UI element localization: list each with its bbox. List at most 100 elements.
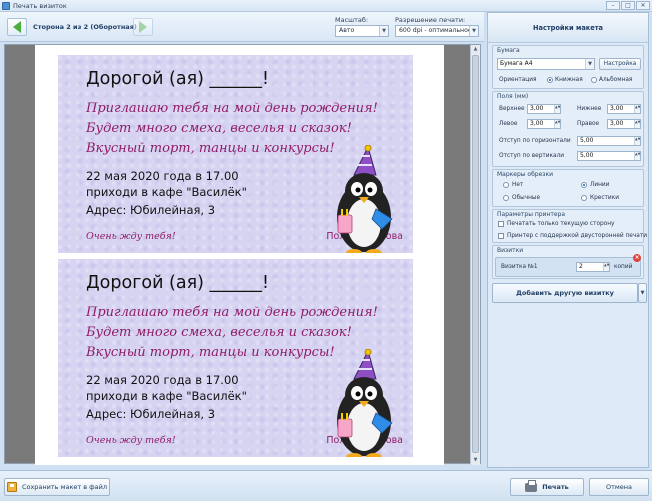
spinner-icon[interactable]: ▲▼ xyxy=(634,105,640,113)
spinner-icon[interactable]: ▲▼ xyxy=(634,152,640,160)
portrait-label: Книжная xyxy=(555,77,583,83)
margin-bottom-value: 3,00 xyxy=(610,105,624,112)
h-offset-label: Отступ по горизонтали xyxy=(499,138,571,144)
card-greeting: Дорогой (ая) ______! xyxy=(86,273,270,293)
resolution-select[interactable]: 600 dpi - оптимальное ▼ xyxy=(395,25,479,37)
copies-label: копий xyxy=(614,264,633,270)
arrow-left-icon xyxy=(13,21,21,33)
preview-scrollbar[interactable]: ▲ ▼ xyxy=(470,45,480,465)
h-offset-input[interactable]: 5,00 ▲▼ xyxy=(577,136,641,146)
card-preview-2: Дорогой (ая) ______! Приглашаю тебя на м… xyxy=(58,259,413,457)
card-invitation-line-2: Будет много смеха, веселья и сказок! xyxy=(86,325,352,340)
remove-card-icon[interactable]: × xyxy=(633,254,641,262)
window-controls: – □ ✕ xyxy=(606,1,650,10)
minimize-icon[interactable]: – xyxy=(606,1,620,10)
bottom-bar: Сохранить макет в файл Печать Отмена xyxy=(0,470,652,501)
margin-bottom-label: Нижнее xyxy=(577,106,602,112)
v-offset-label: Отступ по вертикали xyxy=(499,153,565,159)
arrow-right-icon xyxy=(139,21,147,33)
copies-value: 2 xyxy=(579,263,583,270)
paper-group: Бумага Бумага А4 ▼ Настройка Ориентация … xyxy=(492,45,644,89)
card-invitation-line-1: Приглашаю тебя на мой день рождения! xyxy=(86,101,378,116)
crop-lines-label: Линии xyxy=(590,182,610,188)
save-layout-label: Сохранить макет в файл xyxy=(21,483,108,491)
current-side-label: Печатать только текущую сторону xyxy=(507,221,615,227)
add-card-dropdown[interactable]: ▼ xyxy=(638,283,647,303)
card-address: Адрес: Юбилейная, 3 xyxy=(86,407,216,421)
preview-toolbar: Сторона 2 из 2 (Оборотная) Масштаб: Авто… xyxy=(0,12,484,42)
print-label: Печать xyxy=(542,483,569,491)
margin-left-label: Левое xyxy=(499,121,518,127)
scale-value: Авто xyxy=(339,27,355,34)
paper-select[interactable]: Бумага А4 ▼ xyxy=(497,58,595,70)
scale-select[interactable]: Авто ▼ xyxy=(335,25,389,37)
spinner-icon[interactable]: ▲▼ xyxy=(634,120,640,128)
orientation-label: Ориентация xyxy=(499,77,537,83)
card-address: Адрес: Юбилейная, 3 xyxy=(86,203,216,217)
crop-normal-radio[interactable] xyxy=(503,195,509,201)
card-list-item[interactable]: Визитка №1 2 ▲▼ копий × xyxy=(495,254,641,277)
spinner-icon[interactable]: ▲▼ xyxy=(554,105,560,113)
maximize-icon[interactable]: □ xyxy=(621,1,635,10)
duplex-label: Принтер с поддержкой двусторонней печати xyxy=(507,233,647,239)
margin-bottom-input[interactable]: 3,00 ▲▼ xyxy=(607,104,641,114)
resolution-value: 600 dpi - оптимальное xyxy=(399,27,472,34)
margin-top-input[interactable]: 3,00 ▲▼ xyxy=(527,104,561,114)
save-layout-button[interactable]: Сохранить макет в файл xyxy=(4,478,110,496)
scroll-down-icon[interactable]: ▼ xyxy=(471,456,480,465)
card-date: 22 мая 2020 года в 17.00 xyxy=(86,169,239,183)
card-greeting: Дорогой (ая) ______! xyxy=(86,69,270,89)
print-button[interactable]: Печать xyxy=(510,478,584,496)
save-icon xyxy=(6,482,17,492)
landscape-label: Альбомная xyxy=(599,77,633,83)
scrollbar-thumb[interactable] xyxy=(472,55,479,453)
settings-header: Настройки макета xyxy=(488,13,648,43)
close-icon[interactable]: ✕ xyxy=(636,1,650,10)
print-preview: Дорогой (ая) ______! Приглашаю тебя на м… xyxy=(4,44,481,465)
previous-page-button[interactable] xyxy=(7,18,27,36)
card-date: 22 мая 2020 года в 17.00 xyxy=(86,373,239,387)
cancel-button[interactable]: Отмена xyxy=(589,478,649,496)
penguin-image xyxy=(337,349,393,457)
page-indicator: Сторона 2 из 2 (Оборотная) xyxy=(33,23,137,31)
margin-right-input[interactable]: 3,00 ▲▼ xyxy=(607,119,641,129)
v-offset-value: 5,00 xyxy=(580,152,594,159)
paper-setup-button[interactable]: Настройка xyxy=(599,58,641,70)
card-item-label: Визитка №1 xyxy=(501,264,538,270)
v-offset-input[interactable]: 5,00 ▲▼ xyxy=(577,151,641,161)
duplex-checkbox[interactable] xyxy=(498,233,504,239)
card-closing: Очень жду тебя! xyxy=(86,231,176,242)
card-invitation-line-3: Вкусный торт, танцы и конкурсы! xyxy=(86,141,335,156)
spinner-icon[interactable]: ▲▼ xyxy=(603,263,609,271)
cards-group-title: Визитки xyxy=(497,247,524,254)
next-page-button[interactable] xyxy=(133,18,153,36)
crop-crosses-radio[interactable] xyxy=(581,195,587,201)
card-place: приходи в кафе "Василёк" xyxy=(86,389,247,403)
crop-none-label: Нет xyxy=(512,182,524,188)
scroll-up-icon[interactable]: ▲ xyxy=(471,45,480,54)
margins-group: Поля (мм) Верхнее 3,00 ▲▼ Нижнее 3,00 ▲▼ Л… xyxy=(492,91,644,167)
layout-settings-panel: Настройки макета Бумага Бумага А4 ▼ Наст… xyxy=(487,12,649,468)
copies-input[interactable]: 2 ▲▼ xyxy=(576,262,610,272)
portrait-radio[interactable] xyxy=(547,77,553,83)
spinner-icon[interactable]: ▲▼ xyxy=(634,137,640,145)
chevron-down-icon: ▼ xyxy=(585,59,594,69)
margin-top-label: Верхнее xyxy=(499,106,525,112)
spinner-icon[interactable]: ▲▼ xyxy=(554,120,560,128)
cancel-label: Отмена xyxy=(605,483,633,491)
penguin-image xyxy=(337,145,393,253)
card-closing: Очень жду тебя! xyxy=(86,435,176,446)
landscape-radio[interactable] xyxy=(591,77,597,83)
crop-lines-radio[interactable] xyxy=(581,182,587,188)
crop-marks-title: Маркеры обрезки xyxy=(497,171,554,178)
current-side-checkbox[interactable] xyxy=(498,221,504,227)
crop-crosses-label: Крестики xyxy=(590,195,619,201)
printer-icon xyxy=(525,479,538,492)
crop-none-radio[interactable] xyxy=(503,182,509,188)
card-invitation-line-3: Вкусный торт, танцы и конкурсы! xyxy=(86,345,335,360)
printer-params-title: Параметры принтера xyxy=(497,211,566,218)
margins-group-title: Поля (мм) xyxy=(497,93,529,100)
margin-left-input[interactable]: 3,00 ▲▼ xyxy=(527,119,561,129)
card-place: приходи в кафе "Василёк" xyxy=(86,185,247,199)
add-card-button[interactable]: Добавить другую визитку xyxy=(492,283,638,303)
